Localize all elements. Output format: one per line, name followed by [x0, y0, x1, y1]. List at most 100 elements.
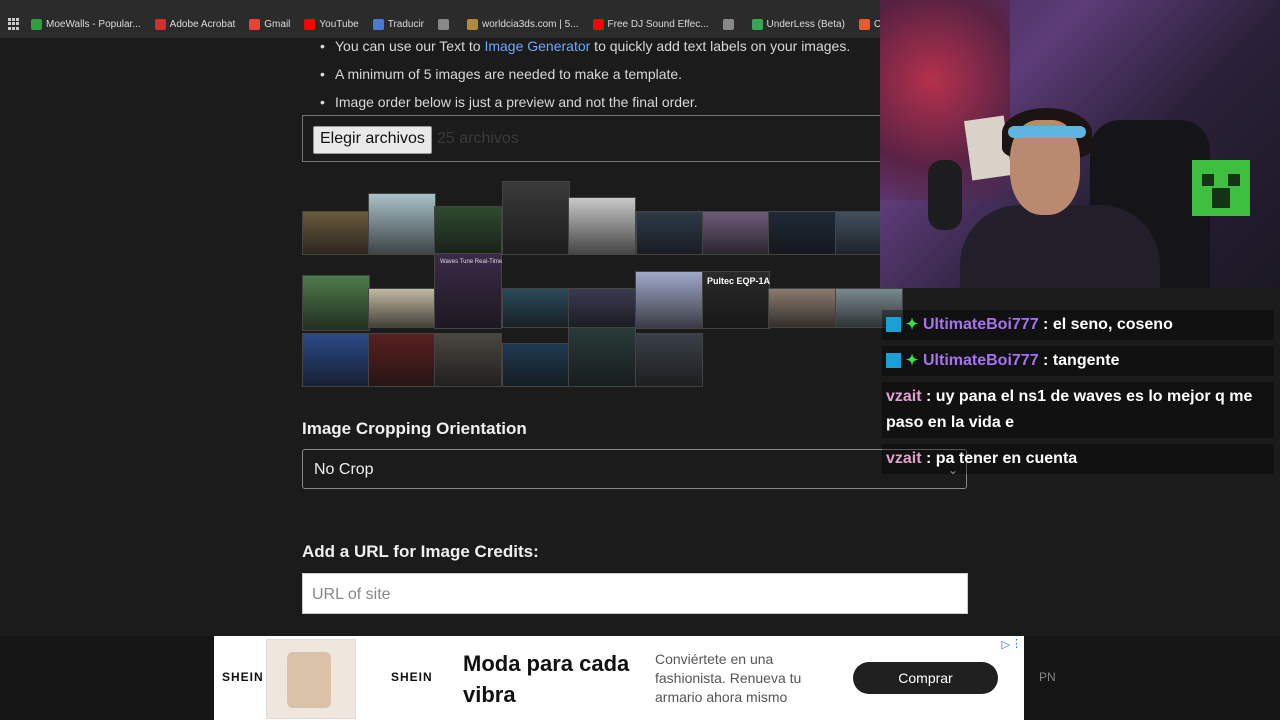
thumbnail-label: Pultec EQP-1A [707, 276, 771, 286]
crop-orientation-label: Image Cropping Orientation [302, 419, 527, 438]
chat-username: vzait [886, 388, 922, 405]
plugin-thumbnail [568, 288, 636, 328]
plugin-thumbnail [302, 211, 370, 255]
ad-product-image [266, 639, 356, 719]
plugin-thumbnail [635, 333, 703, 387]
bookmark-label: Traducir [387, 18, 425, 30]
adchoices-icon[interactable]: ▷ [1002, 638, 1010, 651]
side-label: PN [1039, 670, 1056, 684]
plugin-thumbnail [568, 327, 636, 387]
gem-badge-icon: ✦ [905, 352, 919, 370]
bookmark-favicon-icon [467, 18, 479, 30]
plugin-thumbnail [368, 193, 436, 255]
chat-text: : uy pana el ns1 de waves es lo mejor q … [886, 388, 1253, 431]
bookmark-item[interactable]: MoeWalls - Popular... [31, 18, 141, 30]
bookmark-favicon-icon [722, 18, 734, 30]
plugin-thumbnail [835, 211, 881, 255]
apps-grid-icon[interactable] [8, 18, 19, 30]
bookmark-label: Free DJ Sound Effec... [607, 18, 709, 30]
creeper-plush [1192, 160, 1250, 216]
headband [1008, 126, 1086, 138]
choose-files-button[interactable]: Elegir archivos [313, 126, 432, 154]
instruction-item: You can use our Text to Image Generator … [320, 32, 850, 60]
bookmark-item[interactable]: UnderLess (Beta) [751, 18, 845, 30]
bookmark-item[interactable]: Adobe Acrobat [154, 18, 236, 30]
subscriber-badge-icon [886, 353, 901, 369]
close-icon[interactable]: ⋮ [1011, 637, 1022, 650]
bookmark-item[interactable]: worldcia3ds.com | 5... [467, 18, 579, 30]
file-input[interactable]: Elegir archivos 25 archivos [302, 115, 904, 162]
bookmark-label: Gmail [264, 18, 291, 30]
bookmark-label: Adobe Acrobat [169, 18, 236, 30]
streamer-webcam [880, 0, 1280, 288]
image-generator-link[interactable]: Image Generator [484, 38, 590, 54]
chat-username: vzait [886, 450, 922, 467]
plugin-thumbnail [568, 197, 636, 255]
bookmark-label: worldcia3ds.com | 5... [482, 18, 579, 30]
ad-cta-button[interactable]: Comprar [853, 662, 998, 694]
bookmark-label: UnderLess (Beta) [766, 18, 845, 30]
plugin-thumbnail [636, 211, 704, 255]
bookmark-label: YouTube [319, 18, 359, 30]
plugin-thumbnail [768, 288, 836, 328]
chat-text: : tangente [1038, 352, 1120, 369]
bookmark-favicon-icon [858, 18, 870, 30]
bookmark-item[interactable]: Traducir [372, 18, 425, 30]
chat-text: : el seno, coseno [1038, 316, 1173, 333]
bookmark-favicon-icon [438, 18, 450, 30]
chat-username: UltimateBoi777 [923, 352, 1039, 369]
chat-overlay: ✦ UltimateBoi777 : el seno, coseno ✦ Ultima… [882, 310, 1274, 480]
crop-orientation-select[interactable]: No Crop ⌄ [302, 449, 967, 489]
bookmark-label: MoeWalls - Popular... [46, 18, 141, 30]
thumbnail-label: Waves Tune Real-Time [440, 259, 503, 265]
plugin-thumbnail [302, 275, 370, 331]
bookmark-favicon-icon [751, 18, 763, 30]
banner-ad[interactable]: SHEIN SHEIN Moda para cada vibra Conviér… [214, 636, 1024, 720]
subscriber-badge-icon [886, 317, 901, 333]
bookmark-favicon-icon [249, 18, 261, 30]
image-credits-url-input[interactable]: URL of site [302, 573, 968, 614]
chat-message: ✦ UltimateBoi777 : tangente [882, 346, 1274, 376]
chat-message: ✦ UltimateBoi777 : el seno, coseno [882, 310, 1274, 340]
thumbnail-grid: Waves Tune Real-Time Pultec EQP-1A [302, 181, 968, 391]
bookmark-favicon-icon [592, 18, 604, 30]
bookmark-item[interactable] [438, 18, 453, 30]
bookmark-favicon-icon [372, 18, 384, 30]
plugin-thumbnail [635, 271, 703, 329]
plugin-thumbnail [368, 288, 436, 328]
plugin-thumbnail [702, 211, 770, 255]
chat-message: vzait : pa tener en cuenta [882, 444, 1274, 474]
plugin-thumbnail [302, 333, 370, 387]
file-count-text: 25 archivos [437, 130, 519, 147]
ad-body: Conviértete en una fashionista. Renueva … [655, 651, 802, 705]
instruction-item: Image order below is just a preview and … [320, 88, 850, 116]
chat-username: UltimateBoi777 [923, 316, 1039, 333]
chat-text: : pa tener en cuenta [921, 450, 1078, 467]
ad-brand-logo: SHEIN [222, 670, 264, 684]
instruction-item: A minimum of 5 images are needed to make… [320, 60, 850, 88]
instructions-list: You can use our Text to Image Generator … [320, 32, 850, 116]
plugin-thumbnail [502, 181, 570, 255]
ad-brand-name: SHEIN [391, 670, 433, 684]
bookmark-item[interactable] [722, 18, 738, 30]
chat-message: vzait : uy pana el ns1 de waves es lo me… [882, 382, 1274, 438]
ad-headline: Moda para cada vibra [463, 651, 630, 707]
microphone [928, 160, 962, 230]
plugin-thumbnail [768, 211, 836, 255]
plugin-thumbnail [434, 206, 502, 255]
bookmark-item[interactable]: YouTube [304, 18, 359, 30]
plugin-thumbnail [502, 288, 570, 328]
bookmark-favicon-icon [31, 18, 42, 30]
streamer-body [960, 205, 1160, 288]
plugin-thumbnail [502, 343, 570, 387]
plugin-thumbnail [434, 333, 502, 387]
plugin-thumbnail [368, 333, 436, 387]
bookmark-item[interactable]: OmeTV Video Chat... [858, 18, 880, 30]
bookmark-favicon-icon [154, 18, 166, 30]
image-credits-label: Add a URL for Image Credits: [302, 542, 539, 561]
bookmark-favicon-icon [304, 18, 316, 30]
gem-badge-icon: ✦ [905, 316, 919, 334]
bookmark-item[interactable]: Gmail [249, 18, 291, 30]
bookmark-item[interactable]: Free DJ Sound Effec... [592, 18, 709, 30]
crop-selected-value: No Crop [314, 461, 374, 478]
